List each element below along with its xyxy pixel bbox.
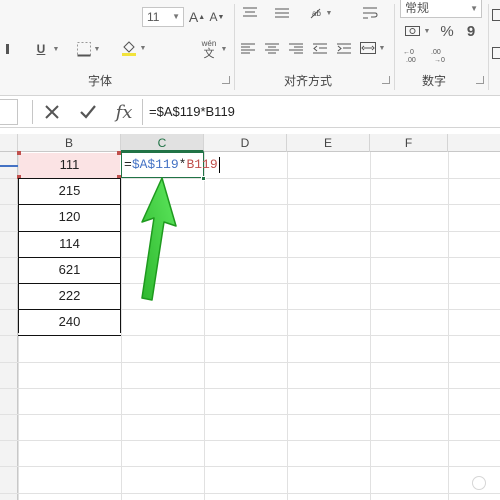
border-icon[interactable]: ▼: [74, 40, 102, 58]
formula-input[interactable]: =$A$119*B119: [142, 99, 500, 125]
range-border-row: [18, 231, 121, 232]
ref-marker-a: [0, 165, 18, 167]
fill-color-icon[interactable]: ▼: [118, 38, 148, 58]
range-border-row: [18, 309, 121, 310]
decrease-decimal-icon[interactable]: .00 →0: [430, 46, 454, 64]
bold-icon-partial[interactable]: [2, 40, 16, 58]
dialog-launcher-icon[interactable]: [222, 76, 230, 84]
gridline-col: [448, 152, 449, 500]
column-header-row: B C D E F: [0, 134, 500, 152]
number-format-select[interactable]: 常规 ▼: [400, 0, 482, 18]
formula-bar: fx =$A$119*B119: [0, 96, 500, 128]
svg-text:ab: ab: [312, 9, 321, 18]
group-separator: [234, 4, 235, 90]
excel-window: 11 ▼ A ▲ A ▼ U ▼ ▼ ▼ wén 文 ▼ ab ▼ ▼ 常规 ▼…: [0, 0, 500, 500]
cell-b[interactable]: 111: [19, 152, 120, 178]
range-border-row: [18, 204, 121, 205]
green-arrow-annotation: [141, 177, 177, 301]
chevron-down-icon: ▼: [172, 12, 180, 21]
group-separator: [488, 4, 489, 90]
merge-center-icon[interactable]: ▼: [358, 38, 386, 58]
svg-text:←0: ←0: [403, 49, 414, 56]
cancel-icon[interactable]: [38, 100, 66, 124]
percent-glyph: %: [440, 22, 454, 40]
font-shrink-icon[interactable]: A ▼: [208, 8, 226, 26]
range-border-row: [18, 283, 121, 284]
percent-icon[interactable]: %: [438, 22, 456, 40]
watermark: [472, 476, 490, 490]
formula-bar-separator: [32, 100, 33, 124]
text-caret: [219, 157, 220, 173]
fx-label: fx: [115, 101, 133, 123]
gridline-row: [0, 388, 500, 389]
cell-b[interactable]: 120: [19, 204, 120, 230]
cell-b[interactable]: 621: [19, 257, 120, 283]
dialog-launcher-icon[interactable]: [382, 76, 390, 84]
align-top-icon[interactable]: [240, 4, 260, 22]
column-header-e[interactable]: E: [287, 134, 370, 152]
decrease-indent-icon[interactable]: [310, 40, 330, 58]
align-center-icon[interactable]: [262, 40, 282, 58]
range-border-row: [18, 257, 121, 258]
column-header-b[interactable]: B: [18, 134, 121, 152]
cell-b[interactable]: 240: [19, 309, 120, 335]
corner-select-all[interactable]: [0, 134, 18, 152]
number-format-value: 常规: [405, 1, 430, 15]
underline-dropdown[interactable]: ▼: [50, 40, 60, 58]
font-shrink-glyph: A: [209, 10, 218, 24]
range-border-row: [18, 178, 121, 179]
font-grow-glyph: A: [188, 9, 199, 25]
cell-b[interactable]: 222: [19, 283, 120, 309]
svg-text:.00: .00: [406, 57, 416, 63]
font-grow-icon[interactable]: A ▲: [188, 8, 206, 26]
dialog-launcher-icon[interactable]: [476, 76, 484, 84]
column-header-g-partial[interactable]: [448, 134, 500, 152]
chevron-down-icon: ▼: [470, 4, 478, 13]
styles-icon-partial[interactable]: [491, 44, 500, 62]
underline-glyph: U: [36, 42, 46, 56]
increase-indent-icon[interactable]: [334, 40, 354, 58]
gridline-row: [0, 362, 500, 363]
gridline-row: [0, 440, 500, 441]
column-header-f[interactable]: F: [370, 134, 448, 152]
phonetic-dropdown[interactable]: ▼: [218, 40, 228, 58]
ribbon: 11 ▼ A ▲ A ▼ U ▼ ▼ ▼ wén 文 ▼ ab ▼ ▼ 常规 ▼…: [0, 0, 500, 96]
svg-text:.00: .00: [431, 49, 441, 56]
gridline-col: [370, 152, 371, 500]
orientation-icon[interactable]: ab ▼: [306, 4, 334, 22]
column-header-c[interactable]: C: [121, 134, 204, 152]
comma-icon[interactable]: 9: [462, 22, 480, 40]
enter-icon[interactable]: [74, 100, 102, 124]
name-box[interactable]: [0, 99, 18, 125]
comma-glyph: 9: [466, 22, 476, 40]
increase-decimal-icon[interactable]: ←0.00: [402, 46, 426, 64]
phonetic-char: 文: [203, 48, 215, 60]
watermark-logo-icon: [472, 476, 486, 490]
group-label-font: 字体: [88, 74, 113, 88]
font-size-select[interactable]: 11 ▼: [142, 7, 184, 27]
underline-icon[interactable]: U: [34, 40, 48, 58]
cell-b[interactable]: 114: [19, 231, 120, 257]
svg-text:→0: →0: [434, 57, 445, 63]
gridline-row: [0, 414, 500, 415]
group-label-number: 数字: [422, 74, 447, 88]
cell-b[interactable]: 215: [19, 178, 120, 204]
column-header-d[interactable]: D: [204, 134, 287, 152]
group-label-alignment: 对齐方式: [284, 74, 333, 88]
align-middle-icon[interactable]: [272, 4, 292, 22]
accounting-format-icon[interactable]: ▼: [402, 22, 432, 40]
font-size-value: 11: [147, 10, 160, 24]
range-border-row: [18, 335, 121, 336]
gridline-col: [287, 152, 288, 500]
align-right-icon[interactable]: [286, 40, 306, 58]
styles-icon-partial[interactable]: [491, 6, 500, 24]
insert-function-icon[interactable]: fx: [110, 100, 138, 124]
align-left-icon[interactable]: [238, 40, 258, 58]
wrap-text-icon[interactable]: [360, 4, 380, 22]
gridline-row: [0, 466, 500, 467]
group-separator: [394, 4, 395, 90]
gridline-row: [0, 493, 500, 494]
